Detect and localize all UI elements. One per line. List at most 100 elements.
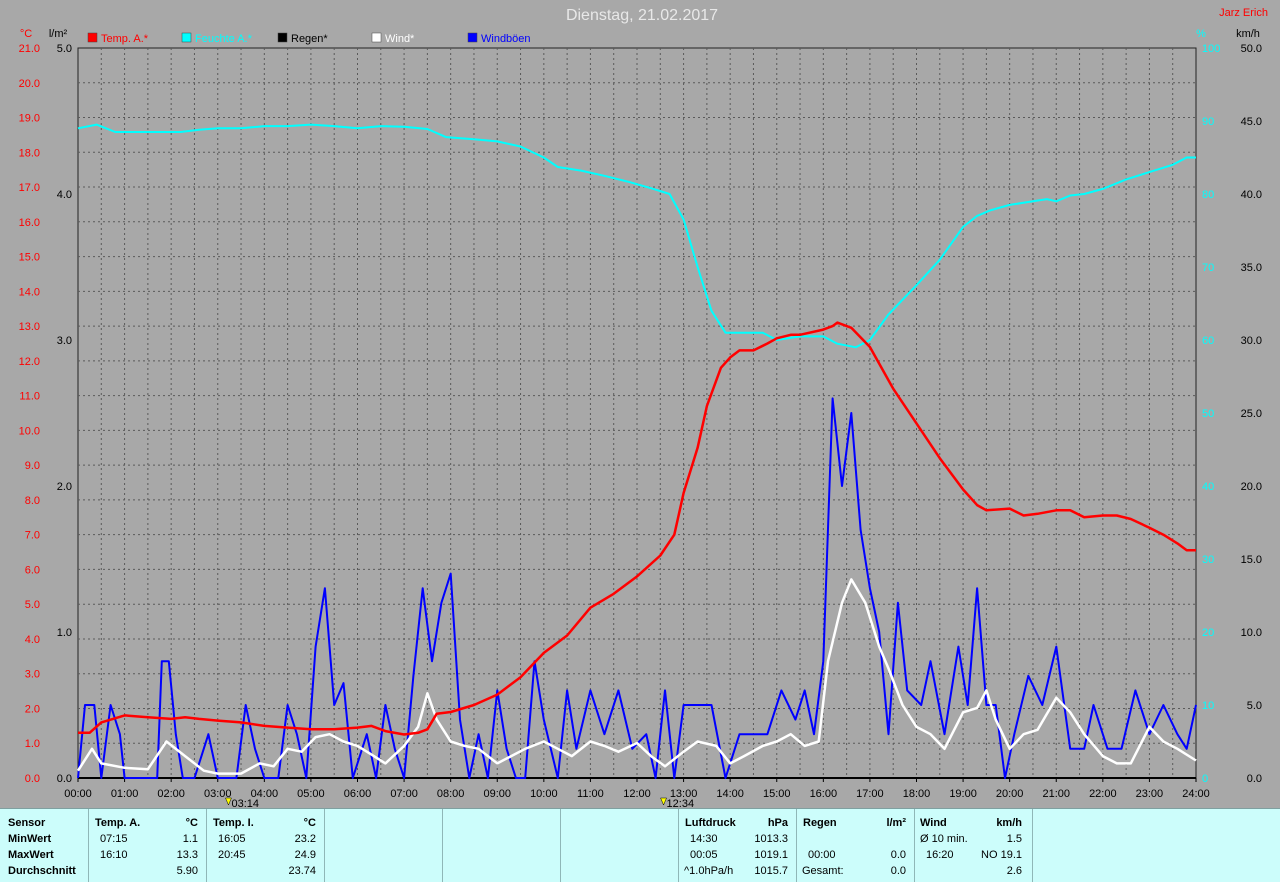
wind-max-time: 16:20 xyxy=(926,849,954,861)
x-tick-label: 12:00 xyxy=(623,788,651,800)
rain-total-val: 0.0 xyxy=(890,865,906,877)
rain-unit: l/m² xyxy=(886,817,906,829)
wind-unit: km/h xyxy=(996,817,1022,829)
temp-tick-label: 7.0 xyxy=(25,530,40,542)
temp-unit-label: °C xyxy=(20,28,32,40)
temp-tick-label: 16.0 xyxy=(19,217,40,229)
x-tick-label: 15:00 xyxy=(763,788,791,800)
legend: Temp. A.* Feuchte A.* Regen* Wind* Windböen xyxy=(87,32,531,45)
rain-tick-label: 2.0 xyxy=(57,481,72,493)
hum-unit-label: % xyxy=(1196,28,1206,40)
rain-val: 0.0 xyxy=(890,849,906,861)
wind-tick-label: 10.0 xyxy=(1241,627,1262,639)
hum-tick-label: 40 xyxy=(1202,481,1214,493)
legend-swatch xyxy=(181,32,192,43)
temp-tick-label: 14.0 xyxy=(19,286,40,298)
rain-tick-label: 4.0 xyxy=(57,189,72,201)
temp-a-min-time: 07:15 xyxy=(100,833,128,845)
x-tick-label: 08:00 xyxy=(437,788,465,800)
wind-tick-label: 25.0 xyxy=(1241,408,1262,420)
rain-header: Regen xyxy=(803,817,837,829)
pressure-avg: 1015.7 xyxy=(754,865,788,877)
wind-avg10-val: 1.5 xyxy=(1006,833,1022,845)
rain-total-label: Gesamt: xyxy=(802,865,844,877)
wind-max-val: NO 19.1 xyxy=(981,849,1022,861)
temp-tick-label: 17.0 xyxy=(19,182,40,194)
temp-tick-label: 12.0 xyxy=(19,356,40,368)
wind-tick-label: 30.0 xyxy=(1241,335,1262,347)
temp-tick-label: 3.0 xyxy=(25,669,40,681)
temp-i-unit: °C xyxy=(303,817,316,829)
x-tick-label: 01:00 xyxy=(111,788,139,800)
x-tick-label: 21:00 xyxy=(1042,788,1070,800)
wind-tick-label: 0.0 xyxy=(1247,773,1262,785)
wind-header: Wind xyxy=(920,817,947,829)
pressure-max-time: 00:05 xyxy=(690,849,718,861)
x-tick-label: 00:00 xyxy=(64,788,92,800)
wind-tick-label: 20.0 xyxy=(1241,481,1262,493)
x-tick-label: 07:00 xyxy=(390,788,418,800)
temp-a-max-time: 16:10 xyxy=(100,849,128,861)
x-tick-label: 22:00 xyxy=(1089,788,1117,800)
stats-max-label: MaxWert xyxy=(8,849,54,861)
x-tick-label: 17:00 xyxy=(856,788,884,800)
wind-tick-label: 5.0 xyxy=(1247,700,1262,712)
temp-tick-label: 13.0 xyxy=(19,321,40,333)
temp-tick-label: 8.0 xyxy=(25,495,40,507)
x-tick-label: 24:00 xyxy=(1182,788,1210,800)
temp-tick-label: 21.0 xyxy=(19,43,40,55)
hum-tick-label: 90 xyxy=(1202,116,1214,128)
pressure-unit: hPa xyxy=(767,817,788,829)
temp-tick-label: 6.0 xyxy=(25,564,40,576)
temp-a-avg: 5.90 xyxy=(176,865,198,877)
hum-tick-label: 80 xyxy=(1202,189,1214,201)
rain-unit-label: l/m² xyxy=(49,28,68,40)
legend-swatch xyxy=(87,32,98,43)
temp-a-unit: °C xyxy=(185,817,198,829)
hum-tick-label: 100 xyxy=(1202,43,1220,55)
temp-a-max-val: 13.3 xyxy=(176,849,198,861)
temp-i-max-time: 20:45 xyxy=(218,849,246,861)
temp-i-avg: 23.74 xyxy=(288,865,316,877)
wind-tick-label: 45.0 xyxy=(1241,116,1262,128)
pressure-trend: ^1.0hPa/h xyxy=(684,865,734,877)
hum-tick-label: 30 xyxy=(1202,554,1214,566)
wind-avg: 2.6 xyxy=(1006,865,1022,877)
temp-tick-label: 20.0 xyxy=(19,78,40,90)
x-tick-label: 16:00 xyxy=(810,788,838,800)
hum-tick-label: 70 xyxy=(1202,262,1214,274)
temp-i-max-val: 24.9 xyxy=(294,849,316,861)
pressure-min-val: 1013.3 xyxy=(754,833,788,845)
grid xyxy=(77,47,1197,779)
temp-tick-label: 11.0 xyxy=(19,391,40,403)
legend-label: Feuchte A.* xyxy=(195,33,253,45)
stats-avg-label: Durchschnitt xyxy=(8,865,76,877)
hum-tick-label: 60 xyxy=(1202,335,1214,347)
pressure-min-time: 14:30 xyxy=(690,833,718,845)
event-marker-label: 12:34 xyxy=(667,798,695,808)
event-marker-label: 03:14 xyxy=(231,798,259,808)
temp-a-header: Temp. A. xyxy=(95,817,141,829)
wind-unit-label: km/h xyxy=(1236,28,1260,40)
temp-tick-label: 9.0 xyxy=(25,460,40,472)
weather-chart: 21.0 20.0 19.0 18.0 17.0 16.0 15.0 14.0 13.0 12.0… xyxy=(19,7,1268,808)
x-tick-label: 05:00 xyxy=(297,788,325,800)
stats-panel: Sensor MinWert MaxWert Durchschnitt Temp… xyxy=(0,808,1280,882)
x-tick-label: 06:00 xyxy=(344,788,372,800)
legend-swatch xyxy=(467,32,478,43)
author-label: Jarz Erich xyxy=(1219,7,1268,19)
temp-tick-label: 2.0 xyxy=(25,703,40,715)
rain-tick-label: 0.0 xyxy=(57,773,72,785)
chart-title: Dienstag, 21.02.2017 xyxy=(566,7,718,24)
x-tick-label: 18:00 xyxy=(903,788,931,800)
temp-tick-label: 4.0 xyxy=(25,634,40,646)
x-tick-label: 14:00 xyxy=(716,788,744,800)
hum-tick-label: 0 xyxy=(1202,773,1208,785)
rain-time: 00:00 xyxy=(808,849,836,861)
hum-tick-label: 50 xyxy=(1202,408,1214,420)
legend-label: Wind* xyxy=(385,33,415,45)
temp-tick-label: 0.0 xyxy=(25,773,40,785)
legend-swatch xyxy=(277,32,288,43)
wind-tick-label: 15.0 xyxy=(1241,554,1262,566)
legend-label: Windböen xyxy=(481,33,531,45)
